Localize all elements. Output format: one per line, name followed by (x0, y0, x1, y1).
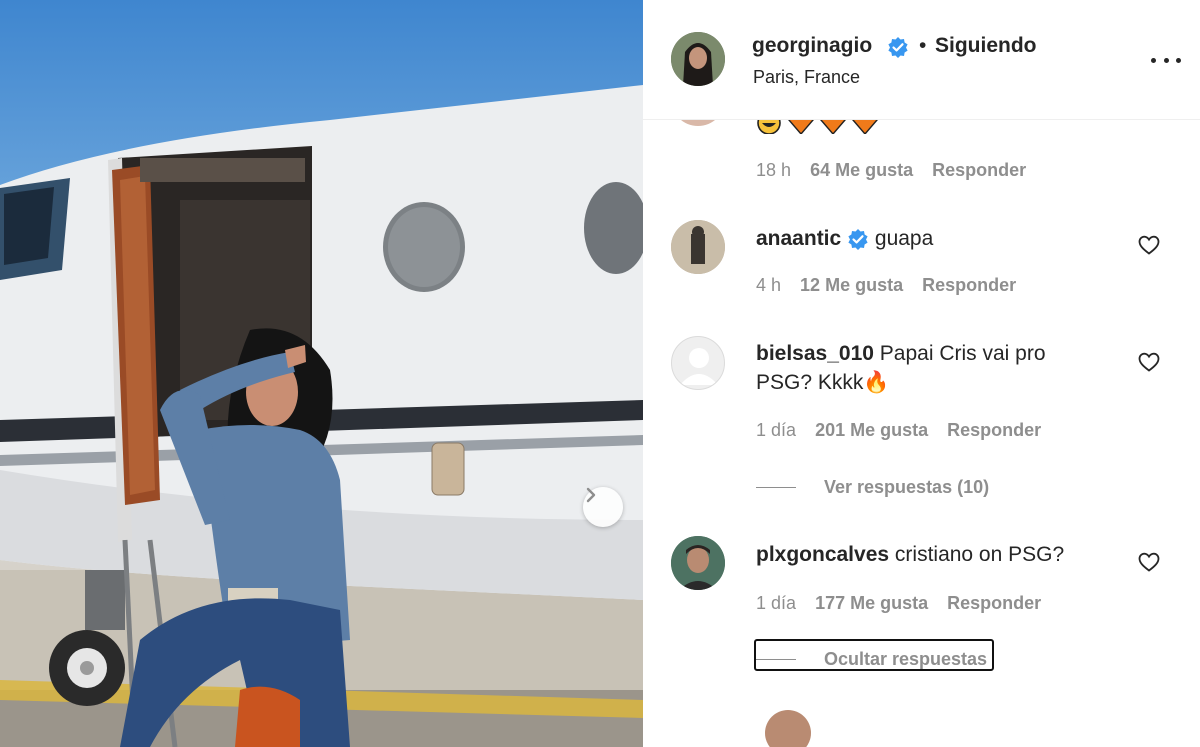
chevron-right-icon (586, 487, 596, 503)
comment-likes[interactable]: 177 Me gusta (815, 593, 928, 613)
more-horizontal-icon (1163, 57, 1169, 63)
reply-avatar[interactable] (765, 710, 811, 747)
comment-likes[interactable]: 12 Me gusta (800, 275, 903, 295)
reply-button[interactable]: Responder (922, 275, 1016, 295)
reply-button[interactable]: Responder (947, 593, 1041, 613)
comment-likes[interactable]: 64 Me gusta (810, 160, 913, 180)
commenter-avatar[interactable] (671, 536, 725, 590)
comment-username[interactable]: bielsas_010 (756, 342, 874, 365)
avatar-image (671, 536, 725, 590)
avatar-image (671, 32, 725, 86)
avatar-image (671, 220, 725, 274)
more-horizontal-icon (1151, 57, 1156, 63)
comment-time: 1 día (756, 593, 797, 613)
more-options-button[interactable] (1151, 48, 1181, 72)
replies-divider-line (756, 659, 796, 660)
comment-username[interactable]: plxgoncalves (756, 543, 889, 566)
comment-meta: 1 día 201 Me gusta Responder (756, 420, 1055, 441)
heart-icon[interactable] (1137, 233, 1161, 257)
post-location[interactable]: Paris, France (753, 67, 860, 88)
reply-button[interactable]: Responder (947, 420, 1041, 440)
hide-replies-label: Ocultar respuestas (824, 649, 988, 669)
replies-divider-line (756, 487, 796, 488)
author-avatar[interactable] (671, 32, 725, 86)
verified-badge-icon (888, 37, 908, 58)
author-username[interactable]: georginagio (752, 34, 872, 58)
hide-replies-button[interactable]: Ocultar respuestas (756, 649, 987, 670)
commenter-avatar[interactable] (671, 220, 725, 274)
comment-text: plxgoncalves cristiano on PSG? (756, 540, 1126, 569)
view-replies-label: Ver respuestas (10) (824, 477, 990, 497)
comment-meta: 4 h 12 Me gusta Responder (756, 275, 1030, 296)
post-side-panel: 18 h 64 Me gusta Responder anaantic guap… (643, 0, 1200, 747)
heart-icon[interactable] (1137, 550, 1161, 574)
comment-time: 1 día (756, 420, 797, 440)
commenter-avatar[interactable] (671, 336, 725, 390)
more-horizontal-icon (1176, 57, 1181, 63)
following-button[interactable]: Siguiendo (935, 34, 1037, 58)
comment-text: anaantic guapa (756, 224, 1126, 253)
comment-text: bielsas_010 Papai Cris vai pro PSG? Kkkk… (756, 339, 1086, 397)
verified-badge-icon (848, 229, 868, 251)
comment-body: cristiano on PSG? (894, 543, 1065, 566)
comment-likes[interactable]: 201 Me gusta (815, 420, 928, 440)
header-separator: • (919, 34, 927, 57)
reply-button[interactable]: Responder (932, 160, 1026, 180)
comment-meta: 1 día 177 Me gusta Responder (756, 593, 1055, 614)
comment-time: 18 h (756, 160, 792, 180)
comment-username[interactable]: anaantic (756, 227, 841, 250)
heart-icon[interactable] (1137, 350, 1161, 374)
comment-meta: 18 h 64 Me gusta Responder (756, 160, 1040, 181)
view-replies-button[interactable]: Ver respuestas (10) (756, 477, 989, 498)
post-header: georginagio • Siguiendo Paris, France (643, 0, 1200, 120)
post-image (0, 0, 643, 747)
fire-emoji: 🔥 (863, 371, 890, 394)
comment-time: 4 h (756, 275, 782, 295)
next-image-button[interactable] (583, 487, 623, 527)
post-photo-illustration (0, 85, 643, 747)
comment-body: guapa (874, 227, 934, 250)
default-avatar-icon (680, 348, 718, 385)
